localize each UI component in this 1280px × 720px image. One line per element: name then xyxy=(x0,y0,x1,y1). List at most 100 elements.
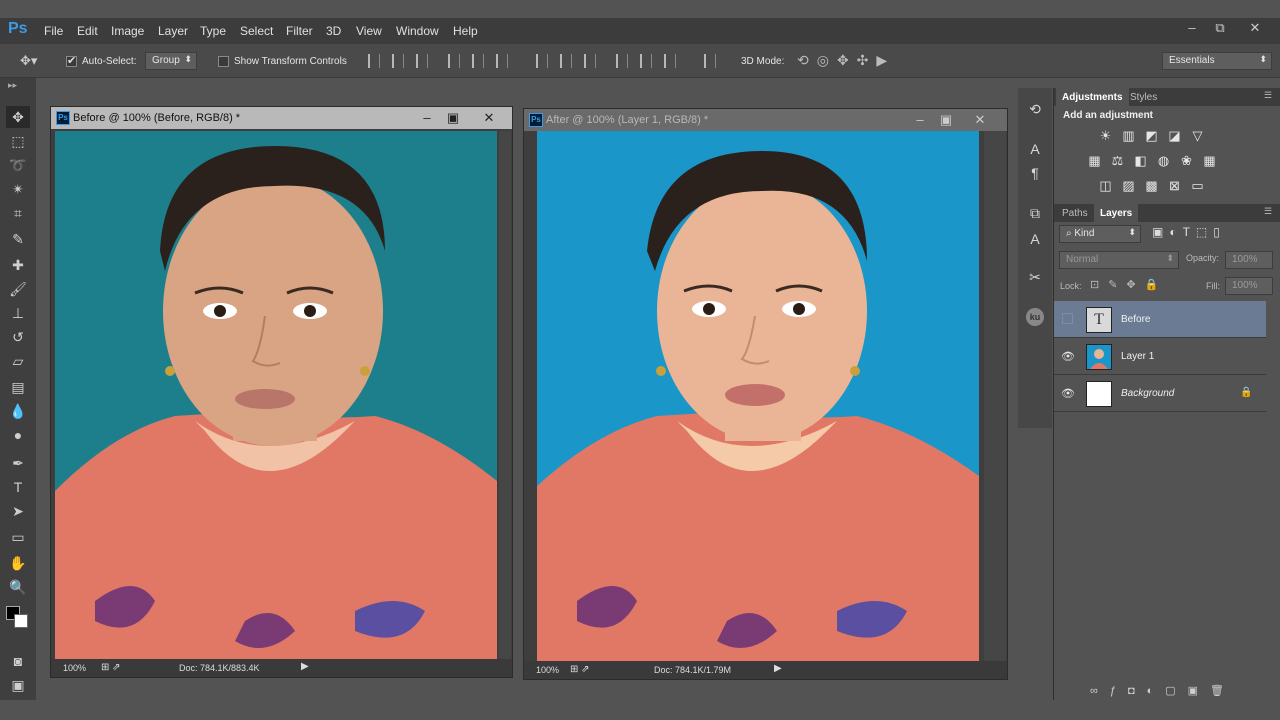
tab-paths[interactable]: Paths xyxy=(1056,204,1094,222)
document-tab-before[interactable]: Ps Before @ 100% (Before, RGB/8) * – ▣ ✕ xyxy=(51,107,512,129)
brightness-adj-icon[interactable]: ☀ xyxy=(1098,128,1113,143)
lasso-tool-icon[interactable]: ➰ xyxy=(6,154,30,176)
menu-file[interactable]: File xyxy=(44,24,63,38)
menu-edit[interactable]: Edit xyxy=(77,24,98,38)
paragraph-panel-icon[interactable]: ¶ xyxy=(1026,164,1044,182)
crop-tool-icon[interactable]: ⌗ xyxy=(6,202,30,224)
channel-mixer-adj-icon[interactable]: ❀ xyxy=(1179,153,1194,168)
layers-footer-icons[interactable]: ∞ƒ◘◐▢▣🗑 xyxy=(1090,684,1236,697)
move-tool-preset-icon[interactable]: ✥▾ xyxy=(20,53,37,69)
app-minimize-button[interactable]: – xyxy=(1180,20,1204,38)
document-tab-after[interactable]: Ps After @ 100% (Layer 1, RGB/8) * – ▣ ✕ xyxy=(524,109,1007,131)
layer-row-before[interactable]: T Before xyxy=(1054,301,1266,338)
background-color-swatch[interactable] xyxy=(14,614,28,628)
blend-mode-dropdown[interactable]: Normal ⬍ xyxy=(1059,251,1179,269)
character-panel-icon[interactable]: A xyxy=(1026,140,1044,158)
doc-minimize-button[interactable]: – xyxy=(910,111,930,129)
panel-menu-icon[interactable]: ☰ xyxy=(1264,206,1272,217)
color-balance-adj-icon[interactable]: ⚖ xyxy=(1110,153,1125,168)
auto-select-checkbox[interactable] xyxy=(66,54,77,67)
actions-panel-icon[interactable]: A xyxy=(1026,230,1044,248)
gradient-map-adj-icon[interactable]: ▭ xyxy=(1190,178,1205,193)
tools-presets-icon[interactable]: ✂ xyxy=(1026,268,1044,286)
play-arrow-icon[interactable]: ▶ xyxy=(301,661,309,672)
layer-filter-icons[interactable]: ▣◐T⬚▯ xyxy=(1152,225,1226,239)
photo-filter-adj-icon[interactable]: ◍ xyxy=(1156,153,1171,168)
eyedropper-tool-icon[interactable]: ✎ xyxy=(6,228,30,250)
opacity-field[interactable]: 100% xyxy=(1225,251,1273,269)
align-vcenter-icon[interactable] xyxy=(392,54,404,68)
align-left-icon[interactable] xyxy=(448,54,460,68)
doc-minimize-button[interactable]: – xyxy=(417,109,437,127)
color-lookup-adj-icon[interactable]: ▦ xyxy=(1202,153,1217,168)
history-panel-icon[interactable]: ⟲ xyxy=(1026,100,1044,118)
status-icons[interactable]: ⊞ ⇗ xyxy=(570,664,590,675)
hand-tool-icon[interactable]: ✋ xyxy=(6,552,30,574)
path-selection-tool-icon[interactable]: ➤ xyxy=(6,500,30,522)
vibrance-adj-icon[interactable]: ▽ xyxy=(1190,128,1205,143)
history-brush-tool-icon[interactable]: ↺ xyxy=(6,326,30,348)
doc-close-button[interactable]: ✕ xyxy=(970,111,990,129)
menu-filter[interactable]: Filter xyxy=(286,24,313,38)
pen-tool-icon[interactable]: ✒ xyxy=(6,452,30,474)
layer-row-layer1[interactable]: 👁 Layer 1 xyxy=(1054,338,1266,375)
menu-layer[interactable]: Layer xyxy=(158,24,188,38)
move-tool-icon[interactable]: ✥ xyxy=(6,106,30,128)
magic-wand-tool-icon[interactable]: ✴ xyxy=(6,178,30,200)
canvas-after[interactable] xyxy=(537,131,979,661)
menu-view[interactable]: View xyxy=(356,24,382,38)
distribute-right-icon[interactable] xyxy=(664,54,676,68)
menu-image[interactable]: Image xyxy=(111,24,144,38)
align-right-icon[interactable] xyxy=(496,54,508,68)
eye-icon[interactable]: 👁 xyxy=(1061,387,1075,400)
align-bottom-icon[interactable] xyxy=(416,54,428,68)
3d-mode-icons[interactable]: ⟲◎✥✣▶ xyxy=(797,52,895,69)
play-arrow-icon[interactable]: ▶ xyxy=(774,663,782,674)
tab-adjustments[interactable]: Adjustments xyxy=(1056,88,1129,106)
type-tool-icon[interactable]: T xyxy=(6,476,30,498)
doc-restore-button[interactable]: ▣ xyxy=(936,111,956,129)
menu-window[interactable]: Window xyxy=(396,24,439,38)
layer-row-background[interactable]: 👁 Background 🔒 xyxy=(1054,375,1266,412)
menu-type[interactable]: Type xyxy=(200,24,226,38)
align-top-icon[interactable] xyxy=(368,54,380,68)
distribute-hcenter-icon[interactable] xyxy=(640,54,652,68)
canvas-before[interactable] xyxy=(55,131,497,659)
vertical-scrollbar[interactable] xyxy=(499,131,511,659)
menu-3d[interactable]: 3D xyxy=(326,24,341,38)
panel-menu-icon[interactable]: ☰ xyxy=(1264,90,1272,101)
lock-icons[interactable]: ⊡✎✥🔒 xyxy=(1090,278,1167,291)
threshold-adj-icon[interactable]: ▩ xyxy=(1144,178,1159,193)
ku-plugin-icon[interactable]: ku xyxy=(1026,308,1044,326)
zoom-level[interactable]: 100% xyxy=(63,663,86,673)
fill-field[interactable]: 100% xyxy=(1225,277,1273,295)
menu-select[interactable]: Select xyxy=(240,24,273,38)
hue-sat-adj-icon[interactable]: ▦ xyxy=(1087,153,1102,168)
zoom-tool-icon[interactable]: 🔍 xyxy=(6,576,30,598)
distribute-top-icon[interactable] xyxy=(536,54,548,68)
invert-adj-icon[interactable]: ◫ xyxy=(1098,178,1113,193)
doc-close-button[interactable]: ✕ xyxy=(479,109,499,127)
selective-color-adj-icon[interactable]: ⊠ xyxy=(1167,178,1182,193)
quick-mask-icon[interactable]: ◙ xyxy=(6,650,30,672)
distribute-vcenter-icon[interactable] xyxy=(560,54,572,68)
posterize-adj-icon[interactable]: ▨ xyxy=(1121,178,1136,193)
auto-select-dropdown[interactable]: Group ⬍ xyxy=(145,52,197,70)
status-icons[interactable]: ⊞ ⇗ xyxy=(101,662,121,673)
blur-tool-icon[interactable]: 💧 xyxy=(6,400,30,422)
eraser-tool-icon[interactable]: ▱ xyxy=(6,350,30,372)
marquee-tool-icon[interactable]: ⬚ xyxy=(6,130,30,152)
dodge-tool-icon[interactable]: ● xyxy=(6,424,30,446)
doc-restore-button[interactable]: ▣ xyxy=(443,109,463,127)
clone-stamp-tool-icon[interactable]: ⊥ xyxy=(6,302,30,324)
eye-icon[interactable]: 👁 xyxy=(1061,350,1075,363)
menu-help[interactable]: Help xyxy=(453,24,478,38)
workspace-dropdown[interactable]: Essentials ⬍ xyxy=(1162,52,1272,70)
vertical-scrollbar[interactable] xyxy=(984,131,1006,661)
visibility-toggle-off[interactable] xyxy=(1062,313,1073,324)
show-transform-checkbox[interactable] xyxy=(218,56,229,67)
app-close-button[interactable]: ✕ xyxy=(1243,20,1267,38)
layer-filter-dropdown[interactable]: ⌕ Kind ⬍ xyxy=(1059,225,1141,243)
align-hcenter-icon[interactable] xyxy=(472,54,484,68)
levels-adj-icon[interactable]: ▥ xyxy=(1121,128,1136,143)
